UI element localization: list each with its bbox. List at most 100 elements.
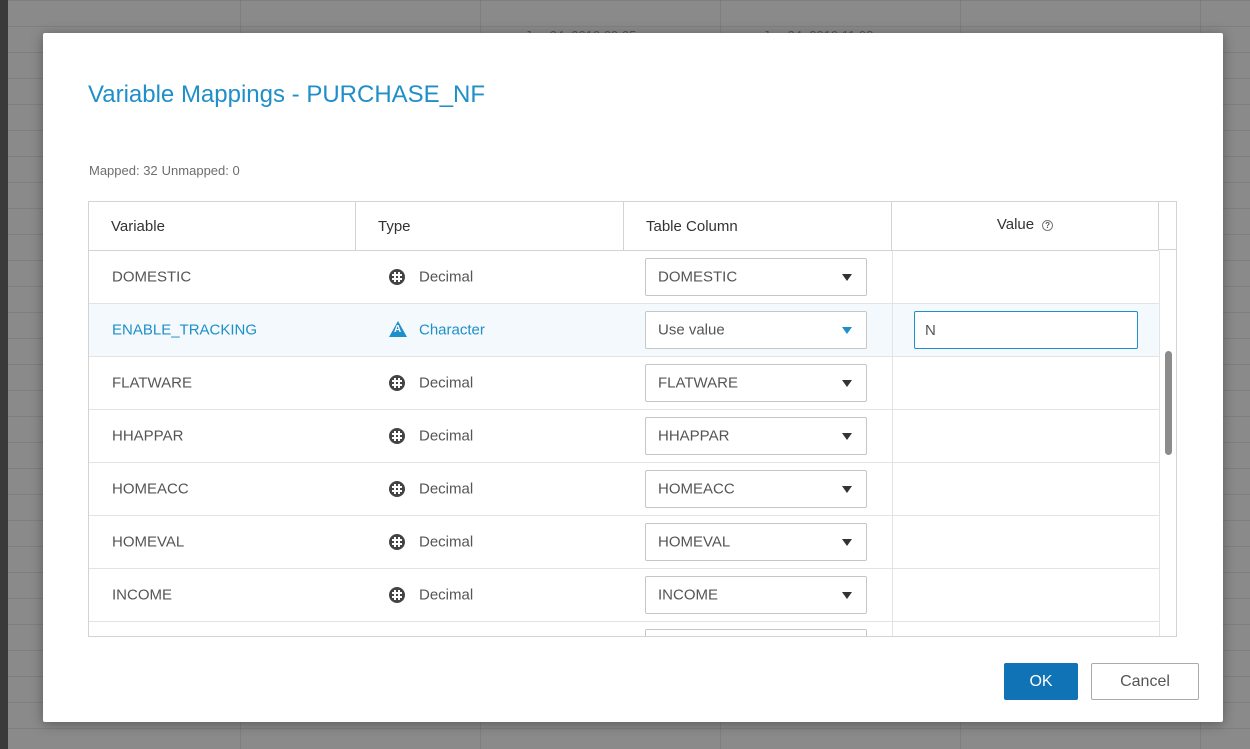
value-input[interactable] — [914, 311, 1138, 349]
table-column-select[interactable]: HHAPPAR — [645, 417, 867, 455]
type-label: Character — [419, 321, 485, 339]
type-label: Decimal — [419, 480, 474, 498]
type-label: Decimal — [419, 268, 474, 286]
decimal-icon — [389, 481, 405, 497]
type-cell: Decimal — [389, 622, 619, 636]
value-cell — [892, 569, 1159, 621]
table-column-cell: DOMESTIC — [645, 251, 870, 303]
header-value-label: Value — [996, 216, 1035, 233]
chevron-down-icon[interactable] — [842, 592, 852, 599]
variable-name: ENABLE_TRACKING — [112, 321, 258, 339]
variable-cell: HOMEACC — [112, 463, 352, 515]
table-row[interactable]: JEWELRY Decimal JEWELRY — [89, 622, 1159, 636]
table-row[interactable]: HOMEVAL Decimal HOMEVAL — [89, 516, 1159, 569]
chevron-down-icon[interactable] — [842, 274, 852, 281]
table-row[interactable]: DOMESTIC Decimal DOMESTIC — [89, 251, 1159, 304]
table-column-selected-value: HHAPPAR — [658, 427, 730, 445]
table-row[interactable]: HOMEACC Decimal HOMEACC — [89, 463, 1159, 516]
chevron-down-icon[interactable] — [842, 486, 852, 493]
decimal-icon — [389, 534, 405, 550]
type-label: Decimal — [419, 374, 474, 392]
scrollbar-thumb[interactable] — [1165, 351, 1172, 455]
value-cell — [892, 516, 1159, 568]
table-column-selected-value: HOMEACC — [658, 480, 735, 498]
table-row[interactable]: FLATWARE Decimal FLATWARE — [89, 357, 1159, 410]
table-column-select[interactable]: INCOME — [645, 576, 867, 614]
decimal-icon — [389, 428, 405, 444]
type-cell: Decimal — [389, 569, 619, 621]
value-cell — [892, 410, 1159, 462]
mappings-table: Variable Type Table Column Value? DOMEST… — [88, 201, 1177, 637]
variable-cell: JEWELRY — [112, 622, 352, 636]
header-scroll-gutter — [1159, 202, 1176, 250]
table-column-selected-value: HOMEVAL — [658, 533, 731, 551]
table-column-select[interactable]: Use value — [645, 311, 867, 349]
table-column-cell: HHAPPAR — [645, 410, 870, 462]
table-row[interactable]: INCOME Decimal INCOME — [89, 569, 1159, 622]
type-cell: Decimal — [389, 516, 619, 568]
type-cell: Decimal — [389, 251, 619, 303]
header-variable[interactable]: Variable — [89, 202, 356, 250]
mapping-summary: Mapped: 32 Unmapped: 0 — [89, 163, 244, 178]
variable-name: DOMESTIC — [112, 268, 192, 286]
unmapped-count: Unmapped: 0 — [161, 163, 240, 178]
mapped-count: Mapped: 32 — [89, 163, 158, 178]
header-table-column[interactable]: Table Column — [624, 202, 892, 250]
table-column-cell: FLATWARE — [645, 357, 870, 409]
value-cell — [892, 463, 1159, 515]
value-cell — [892, 251, 1159, 303]
type-cell: Decimal — [389, 357, 619, 409]
type-cell: A Character — [389, 304, 619, 356]
table-column-select[interactable]: DOMESTIC — [645, 258, 867, 296]
table-column-select[interactable]: JEWELRY — [645, 629, 867, 636]
table-column-selected-value: INCOME — [658, 586, 718, 604]
background-left-bar — [0, 0, 8, 749]
help-icon[interactable]: ? — [1042, 220, 1054, 231]
table-row[interactable]: HHAPPAR Decimal HHAPPAR — [89, 410, 1159, 463]
table-column-cell: HOMEVAL — [645, 516, 870, 568]
table-column-select[interactable]: HOMEVAL — [645, 523, 867, 561]
cancel-button[interactable]: Cancel — [1091, 663, 1199, 700]
type-label: Decimal — [419, 533, 474, 551]
vertical-scrollbar[interactable] — [1159, 251, 1176, 636]
chevron-down-icon[interactable] — [842, 380, 852, 387]
table-column-selected-value: FLATWARE — [658, 374, 739, 392]
variable-cell: INCOME — [112, 569, 352, 621]
table-column-cell: INCOME — [645, 569, 870, 621]
table-column-cell: JEWELRY — [645, 622, 870, 636]
table-column-select[interactable]: FLATWARE — [645, 364, 867, 402]
header-value[interactable]: Value? — [892, 202, 1159, 250]
chevron-down-icon[interactable] — [842, 539, 852, 546]
variable-name: HOMEACC — [112, 480, 189, 498]
variable-cell: ENABLE_TRACKING — [112, 304, 352, 356]
table-column-cell: HOMEACC — [645, 463, 870, 515]
character-icon: A — [389, 321, 407, 337]
table-body: DOMESTIC Decimal DOMESTIC ENABLE_TRACKING A C… — [89, 251, 1159, 636]
type-label: Decimal — [419, 427, 474, 445]
table-row[interactable]: ENABLE_TRACKING A Character Use value — [89, 304, 1159, 357]
decimal-icon — [389, 587, 405, 603]
table-column-selected-value: Use value — [658, 321, 725, 339]
decimal-icon — [389, 375, 405, 391]
chevron-down-icon[interactable] — [842, 433, 852, 440]
ok-button[interactable]: OK — [1004, 663, 1078, 700]
chevron-down-icon[interactable] — [842, 327, 852, 334]
type-cell: Decimal — [389, 463, 619, 515]
value-cell — [892, 304, 1159, 356]
variable-name: INCOME — [112, 586, 172, 604]
dialog-title: Variable Mappings - PURCHASE_NF — [88, 81, 486, 108]
type-cell: Decimal — [389, 410, 619, 462]
decimal-icon — [389, 269, 405, 285]
variable-cell: HHAPPAR — [112, 410, 352, 462]
table-header: Variable Type Table Column Value? — [89, 202, 1159, 251]
header-type[interactable]: Type — [356, 202, 624, 250]
variable-name: FLATWARE — [112, 374, 193, 392]
type-label: Decimal — [419, 586, 474, 604]
variable-cell: FLATWARE — [112, 357, 352, 409]
table-column-select[interactable]: HOMEACC — [645, 470, 867, 508]
table-column-cell: Use value — [645, 304, 870, 356]
variable-cell: HOMEVAL — [112, 516, 352, 568]
variable-name: HOMEVAL — [112, 533, 185, 551]
value-cell — [892, 622, 1159, 636]
variable-cell: DOMESTIC — [112, 251, 352, 303]
